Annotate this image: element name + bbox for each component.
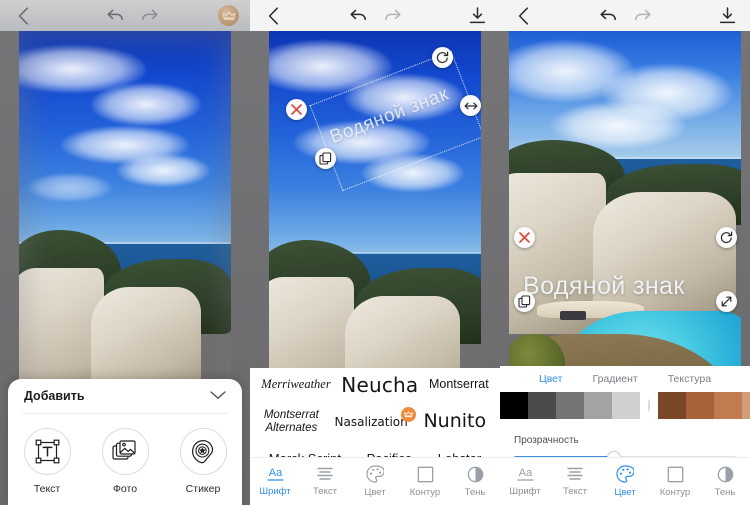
font-option-nasalization[interactable]: Nasalization — [334, 406, 416, 429]
delete-handle[interactable] — [286, 99, 307, 120]
color-mode-tabs: Цвет Градиент Текстура — [500, 366, 750, 385]
crown-badge-icon — [400, 406, 416, 422]
color-swatch-row — [500, 392, 750, 419]
tab-font-label: Шрифт — [259, 486, 291, 497]
panel-color-picker: Водяной знак Цвет Градиент Текстура Проз… — [500, 0, 750, 505]
font-label: Nasalization — [334, 414, 408, 429]
swatch-lightbrown[interactable] — [714, 392, 742, 419]
tab-outline[interactable]: Контур — [400, 458, 450, 505]
sheet-title: Добавить — [24, 389, 85, 403]
panel3-topbar — [500, 0, 750, 31]
tab-font[interactable]: Aa Шрифт — [250, 458, 300, 505]
swatch-darkgray[interactable] — [528, 392, 556, 419]
duplicate-handle[interactable] — [514, 291, 535, 312]
tab-outline-label: Контур — [659, 486, 691, 498]
swatch-lightergray[interactable] — [612, 392, 640, 419]
redo-button[interactable] — [625, 0, 659, 31]
tab-texture[interactable]: Текстура — [668, 373, 711, 385]
tab-outline[interactable]: Контур — [650, 458, 700, 505]
add-sticker-button[interactable]: Стикер — [164, 428, 242, 495]
panel3-bottom-toolbar: Aa Шрифт Текст Цвет Контур Тень — [500, 457, 750, 505]
text-box-icon — [23, 428, 71, 475]
tab-font[interactable]: Aa Шрифт — [500, 458, 550, 505]
back-button[interactable] — [0, 0, 46, 31]
font-label-line2: Alternates — [265, 422, 318, 434]
add-photo-button[interactable]: Фото — [86, 428, 164, 495]
swatch-gray[interactable] — [556, 392, 584, 419]
chevron-down-icon[interactable] — [210, 387, 226, 405]
tab-outline-label: Контур — [409, 486, 441, 498]
tab-font-label: Шрифт — [509, 486, 541, 497]
font-option-montserrat[interactable]: Montserrat — [429, 378, 489, 391]
duplicate-handle[interactable] — [315, 148, 336, 169]
resize-handle[interactable] — [716, 291, 737, 312]
tab-text-label: Текст — [563, 486, 587, 497]
shipwreck — [560, 310, 586, 321]
undo-button[interactable] — [341, 0, 375, 31]
sheet-header[interactable]: Добавить — [8, 379, 242, 413]
tab-shadow[interactable]: Тень — [700, 458, 750, 505]
panel1-topbar — [0, 0, 250, 31]
font-option-nunito[interactable]: Nunito — [423, 411, 486, 432]
redo-button[interactable] — [132, 0, 166, 31]
tab-solid-color[interactable]: Цвет — [539, 373, 563, 385]
rotate-handle[interactable] — [432, 47, 453, 68]
resize-handle[interactable] — [460, 95, 481, 116]
tab-shadow[interactable]: Тень — [450, 458, 500, 505]
back-button[interactable] — [500, 0, 546, 31]
photo-stack-icon — [101, 428, 149, 475]
swatch-darkbrown[interactable] — [658, 392, 686, 419]
add-sticker-label: Стикер — [185, 483, 221, 495]
app-screenshot: Добавить Текст Фото Стикер Водяной знак … — [0, 0, 750, 505]
font-row: Merriweather Neucha Montserrat — [250, 368, 500, 402]
swatch-black[interactable] — [500, 392, 528, 419]
crown-badge-icon[interactable] — [218, 5, 239, 26]
tab-gradient[interactable]: Градиент — [592, 373, 637, 385]
tab-color[interactable]: Цвет — [600, 458, 650, 505]
tab-color-label: Цвет — [364, 487, 386, 498]
tab-text[interactable]: Текст — [550, 458, 600, 505]
grayscale-swatch-group — [500, 392, 640, 419]
tab-shadow-label: Тень — [464, 486, 486, 498]
rotate-handle[interactable] — [716, 227, 737, 248]
redo-button[interactable] — [375, 0, 409, 31]
swatch-tan[interactable] — [742, 392, 750, 419]
font-option-neucha[interactable]: Neucha — [341, 374, 418, 396]
svg-text:Aa: Aa — [518, 467, 532, 479]
opacity-label: Прозрачность — [514, 435, 579, 446]
undo-button[interactable] — [98, 0, 132, 31]
add-text-button[interactable]: Текст — [8, 428, 86, 495]
font-option-merriweather[interactable]: Merriweather — [261, 378, 330, 391]
font-row: Montserrat Alternates Nasalization Nunit… — [250, 402, 500, 442]
font-option-montserrat-alternates[interactable]: Montserrat Alternates — [264, 409, 319, 435]
panel-add-menu: Добавить Текст Фото Стикер — [0, 0, 250, 505]
font-label-line1: Montserrat — [263, 409, 319, 422]
sticker-badge-icon — [179, 428, 227, 475]
tab-text[interactable]: Текст — [300, 458, 350, 505]
add-photo-label: Фото — [112, 483, 138, 495]
add-bottom-sheet: Добавить Текст Фото Стикер — [8, 379, 242, 505]
panel-font-picker: Водяной знак Merriweather Neucha Montser… — [250, 0, 500, 505]
delete-handle[interactable] — [514, 227, 535, 248]
swatch-brown[interactable] — [686, 392, 714, 419]
save-button[interactable] — [704, 0, 750, 31]
opacity-control: Прозрачность — [500, 419, 750, 465]
add-text-label: Текст — [33, 483, 61, 495]
svg-text:Aa: Aa — [268, 467, 282, 479]
swatch-white-selected[interactable] — [648, 399, 650, 412]
back-button[interactable] — [250, 0, 296, 31]
sheet-body: Текст Фото Стикер — [8, 414, 242, 505]
tab-color[interactable]: Цвет — [350, 458, 400, 505]
tab-shadow-label: Тень — [714, 486, 736, 498]
swatch-lightgray[interactable] — [584, 392, 612, 419]
brown-swatch-group — [658, 392, 750, 419]
undo-button[interactable] — [591, 0, 625, 31]
save-button[interactable] — [454, 0, 500, 31]
watermark-text[interactable]: Водяной знак — [523, 272, 685, 301]
panel2-topbar — [250, 0, 500, 31]
tab-color-label: Цвет — [614, 487, 636, 498]
tab-text-label: Текст — [313, 486, 337, 497]
panel2-bottom-toolbar: Aa Шрифт Текст Цвет Контур Тень — [250, 457, 500, 505]
